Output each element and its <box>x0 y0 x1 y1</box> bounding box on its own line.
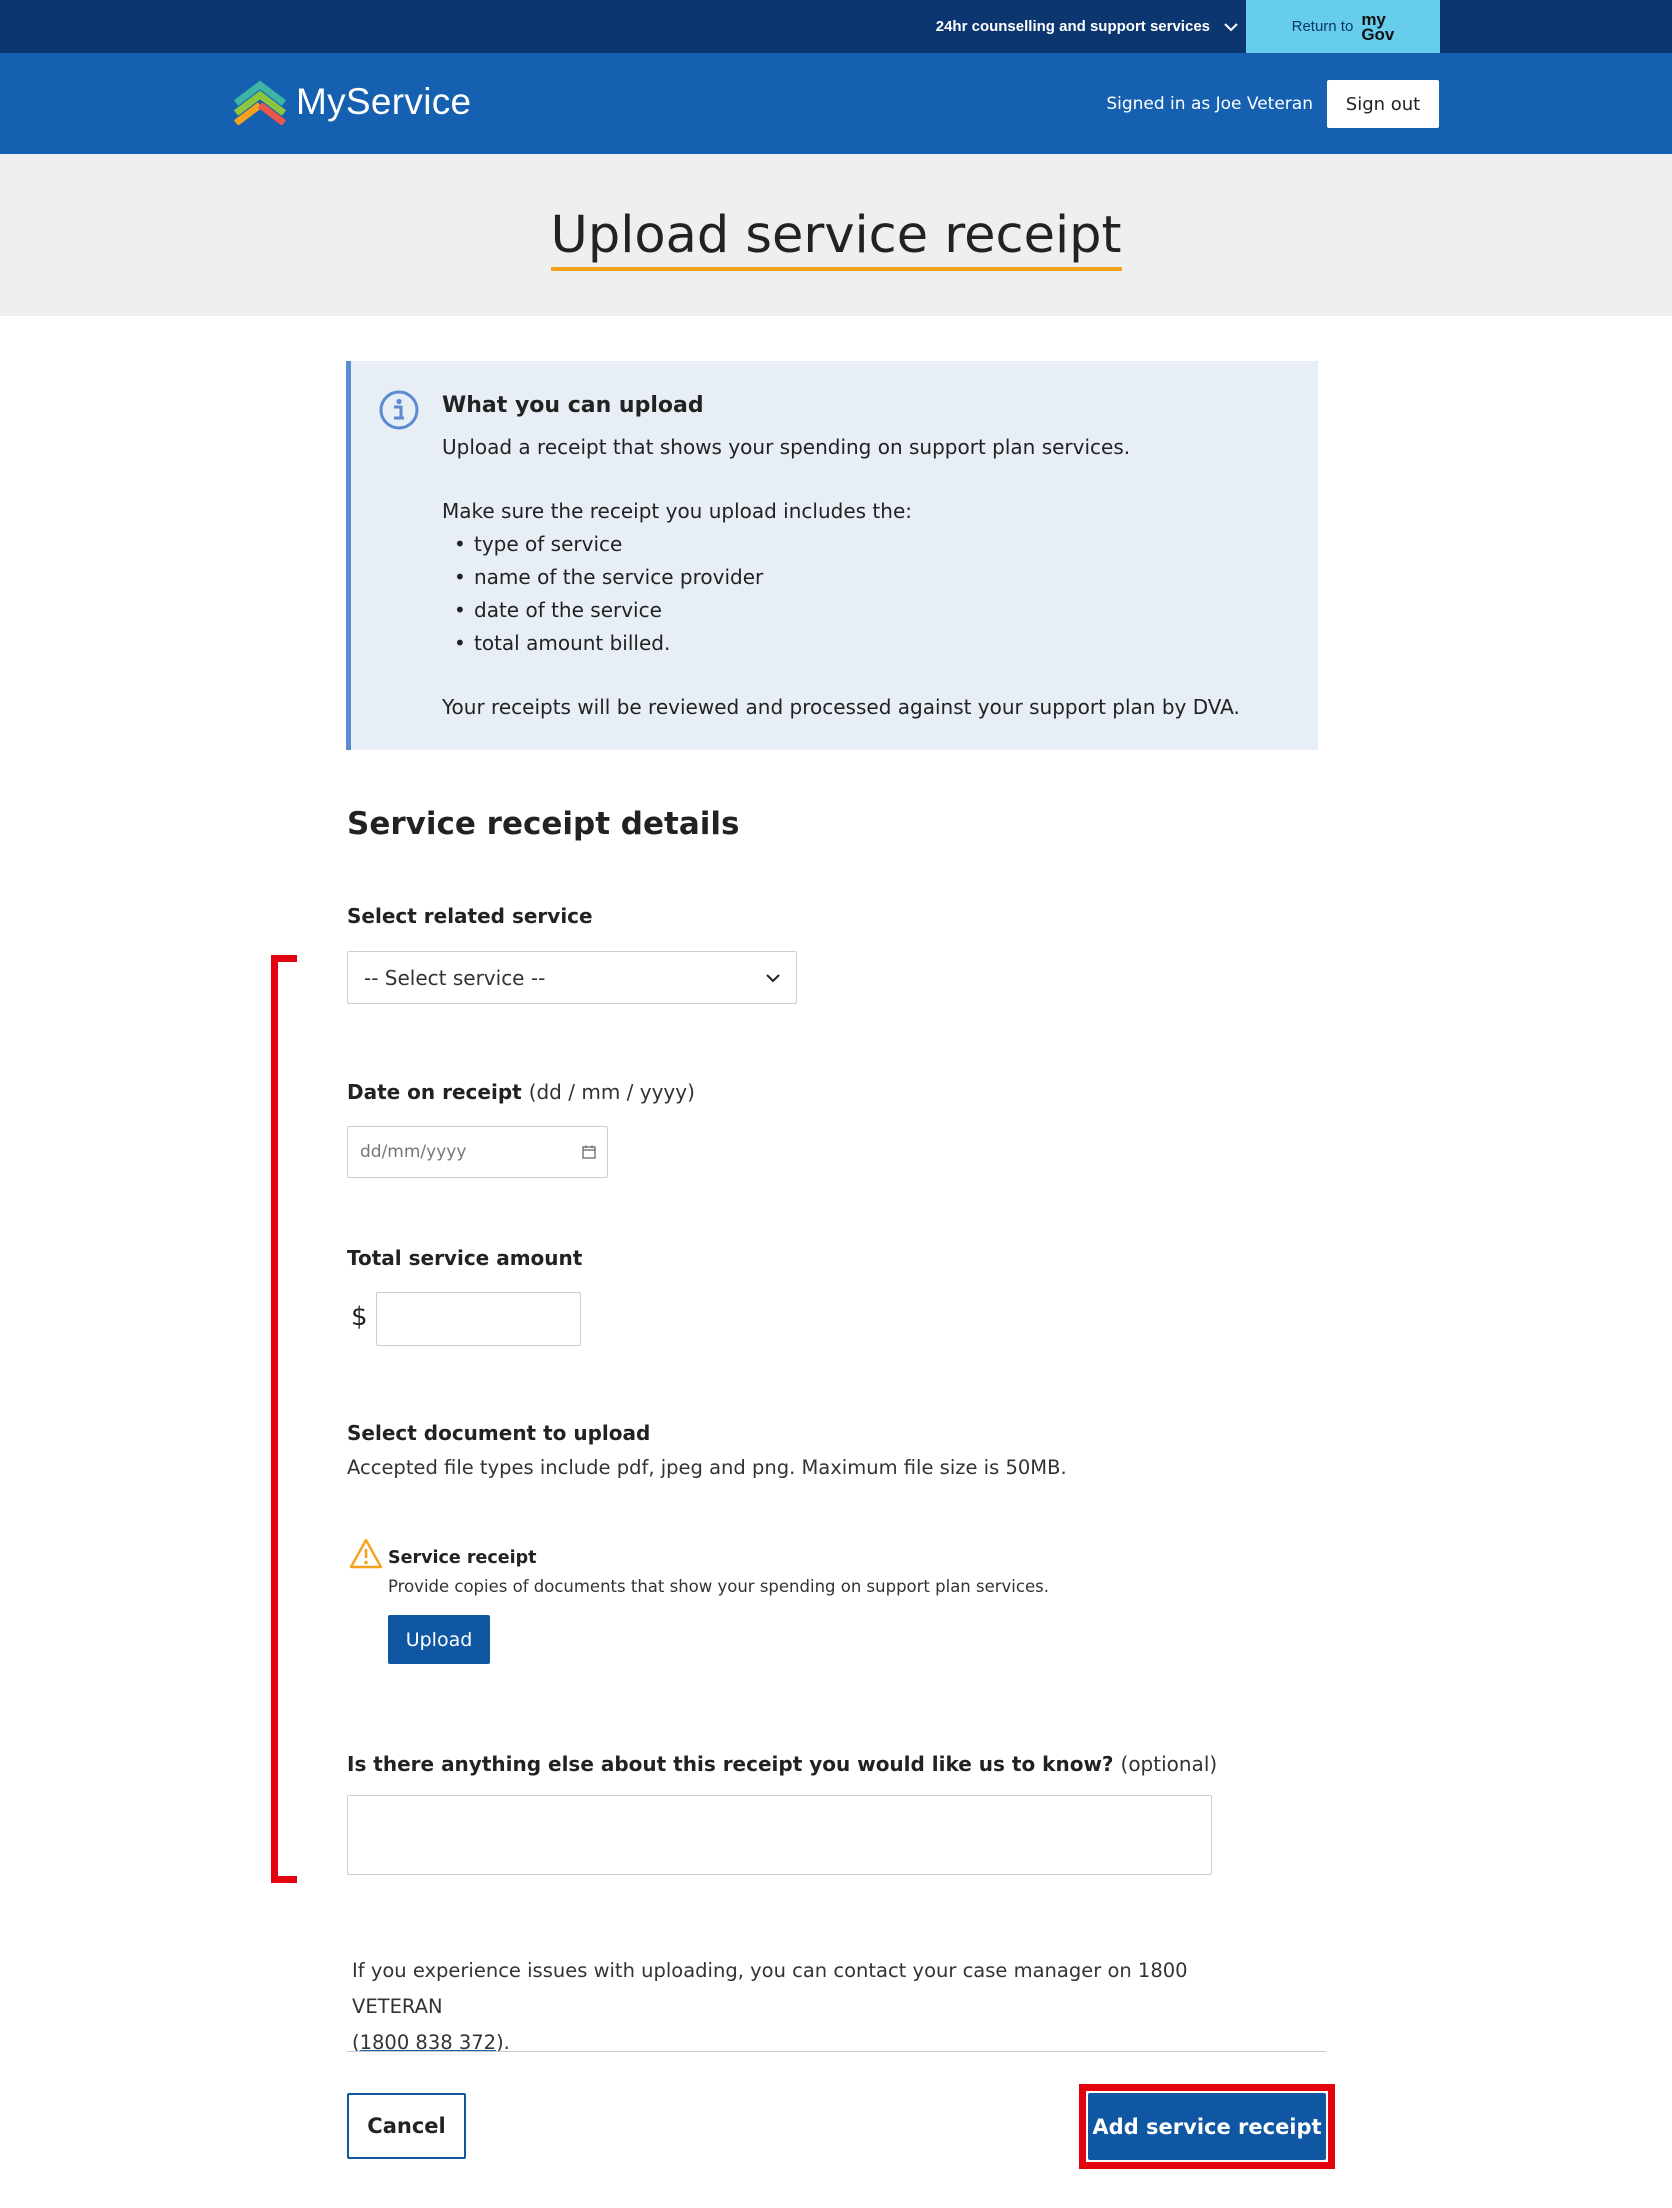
mygov-logo: my Gov <box>1361 11 1395 44</box>
date-format-hint: (dd / mm / yyyy) <box>528 1080 695 1104</box>
currency-symbol: $ <box>351 1302 368 1332</box>
site-header: MyService Signed in as Joe Veteran Sign … <box>0 53 1672 154</box>
document-label: Select document to upload <box>347 1421 651 1445</box>
amount-input[interactable] <box>376 1292 581 1346</box>
return-to-label: Return to <box>1291 18 1354 35</box>
sign-out-button[interactable]: Sign out <box>1327 80 1439 128</box>
brand-home-link[interactable]: MyService <box>232 79 471 125</box>
page-title-text: Upload service receipt <box>550 206 1122 271</box>
list-item: name of the service provider <box>442 561 1292 594</box>
chevron-down-icon <box>1224 22 1238 31</box>
calendar-icon[interactable] <box>581 1144 597 1160</box>
amount-label: Total service amount <box>347 1246 583 1270</box>
cancel-button[interactable]: Cancel <box>347 2093 466 2159</box>
support-services-label: 24hr counselling and support services <box>935 18 1210 35</box>
page-title: Upload service receipt <box>0 206 1672 271</box>
date-label-text: Date on receipt <box>347 1080 522 1104</box>
callout-list: type of service name of the service prov… <box>442 528 1292 660</box>
service-select[interactable]: -- Select service -- <box>347 951 797 1004</box>
callout-list-intro: Make sure the receipt you upload include… <box>442 499 912 523</box>
divider <box>347 2051 1326 2052</box>
support-services-dropdown[interactable]: 24hr counselling and support services <box>936 0 1240 53</box>
contact-message: If you experience issues with uploading,… <box>352 1959 1188 2018</box>
mygov-logo-bottom: Gov <box>1361 24 1395 44</box>
return-to-mygov-button[interactable]: Return to my Gov <box>1246 0 1440 53</box>
chevron-down-icon <box>766 973 780 982</box>
service-label: Select related service <box>347 904 593 928</box>
date-label: Date on receipt (dd / mm / yyyy) <box>347 1080 695 1104</box>
callout-body: What you can upload Upload a receipt tha… <box>442 389 1292 724</box>
list-item: date of the service <box>442 594 1292 627</box>
service-select-value: -- Select service -- <box>364 965 546 990</box>
notes-label: Is there anything else about this receip… <box>347 1752 1217 1776</box>
utility-bar: 24hr counselling and support services Re… <box>0 0 1672 53</box>
add-service-receipt-button[interactable]: Add service receipt <box>1088 2093 1326 2160</box>
document-help: Accepted file types include pdf, jpeg an… <box>347 1456 1067 1479</box>
notes-optional: (optional) <box>1120 1752 1218 1776</box>
section-title: Service receipt details <box>347 806 740 842</box>
upload-button[interactable]: Upload <box>388 1615 490 1664</box>
callout-intro: Upload a receipt that shows your spendin… <box>442 435 1131 459</box>
doc-help: Provide copies of documents that show yo… <box>388 1577 1049 1596</box>
highlight-bracket <box>271 955 297 1883</box>
myservice-logo-icon <box>233 80 287 125</box>
doc-title: Service receipt <box>388 1548 537 1568</box>
callout-title: What you can upload <box>442 393 704 418</box>
signed-in-user: Signed in as Joe Veteran <box>1106 93 1313 114</box>
brand-name: MyService <box>296 81 472 122</box>
notes-textarea[interactable] <box>347 1795 1212 1875</box>
title-band: Upload service receipt <box>0 154 1672 316</box>
warning-icon <box>349 1538 383 1569</box>
notes-label-text: Is there anything else about this receip… <box>347 1752 1114 1776</box>
contact-text: If you experience issues with uploading,… <box>352 1953 1232 2061</box>
callout-footer: Your receipts will be reviewed and proce… <box>442 695 1240 719</box>
date-input[interactable]: dd/mm/yyyy <box>347 1126 608 1178</box>
list-item: type of service <box>442 528 1292 561</box>
date-placeholder: dd/mm/yyyy <box>360 1142 467 1162</box>
info-icon <box>379 390 419 430</box>
info-callout: What you can upload Upload a receipt tha… <box>346 361 1318 750</box>
list-item: total amount billed. <box>442 627 1292 660</box>
